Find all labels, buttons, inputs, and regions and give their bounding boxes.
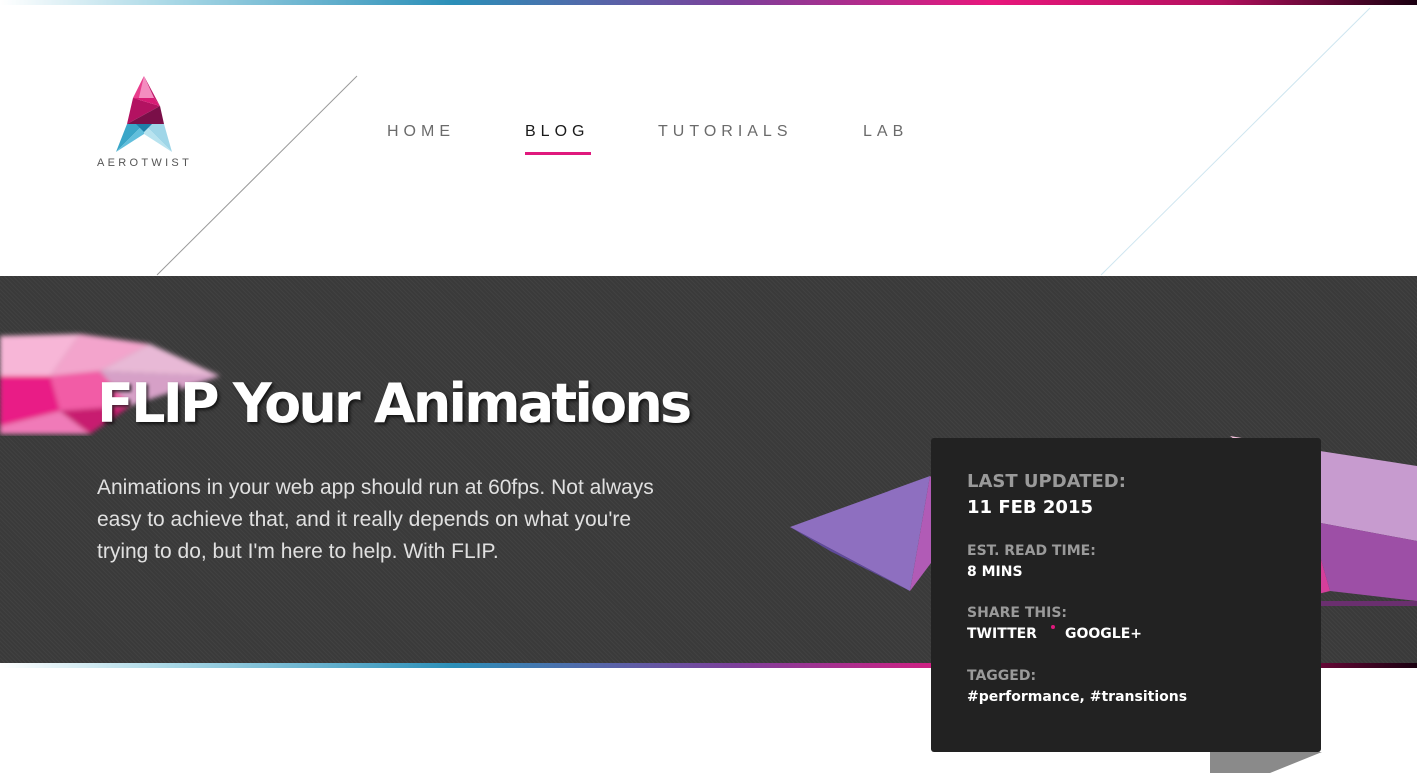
read-time-label: EST. READ TIME: (967, 543, 1096, 559)
share-twitter-link[interactable]: TWITTER (967, 626, 1037, 642)
share-separator-dot (1051, 625, 1055, 629)
diagonal-line-blue (1100, 7, 1371, 276)
share-googleplus-link[interactable]: GOOGLE+ (1065, 626, 1142, 642)
tagged-label: TAGGED: (967, 668, 1037, 684)
top-gradient-bar (0, 0, 1417, 5)
logo-wordmark: AEROTWIST (97, 157, 193, 169)
nav-tutorials[interactable]: TUTORIALS (658, 123, 793, 141)
nav-blog-label: BLOG (525, 123, 590, 140)
nav-active-underline (525, 152, 591, 155)
card-fold-shadow (1210, 752, 1322, 773)
tags-links[interactable]: #performance, #transitions (967, 689, 1187, 705)
read-time-value: 8 MINS (967, 564, 1023, 580)
last-updated-label: LAST UPDATED: (967, 471, 1126, 492)
aerotwist-logo-icon (116, 76, 172, 152)
last-updated-value: 11 FEB 2015 (967, 497, 1093, 518)
share-label: SHARE THIS: (967, 605, 1068, 621)
logo[interactable]: AEROTWIST (97, 76, 197, 176)
nav-blog[interactable]: BLOG (525, 123, 591, 155)
page-title: FLIP Your Animations (97, 372, 692, 435)
nav-home[interactable]: HOME (387, 123, 455, 141)
post-info-card: LAST UPDATED: 11 FEB 2015 EST. READ TIME… (931, 438, 1321, 752)
nav-lab[interactable]: LAB (863, 123, 908, 141)
hero-intro-text: Animations in your web app should run at… (97, 476, 654, 563)
